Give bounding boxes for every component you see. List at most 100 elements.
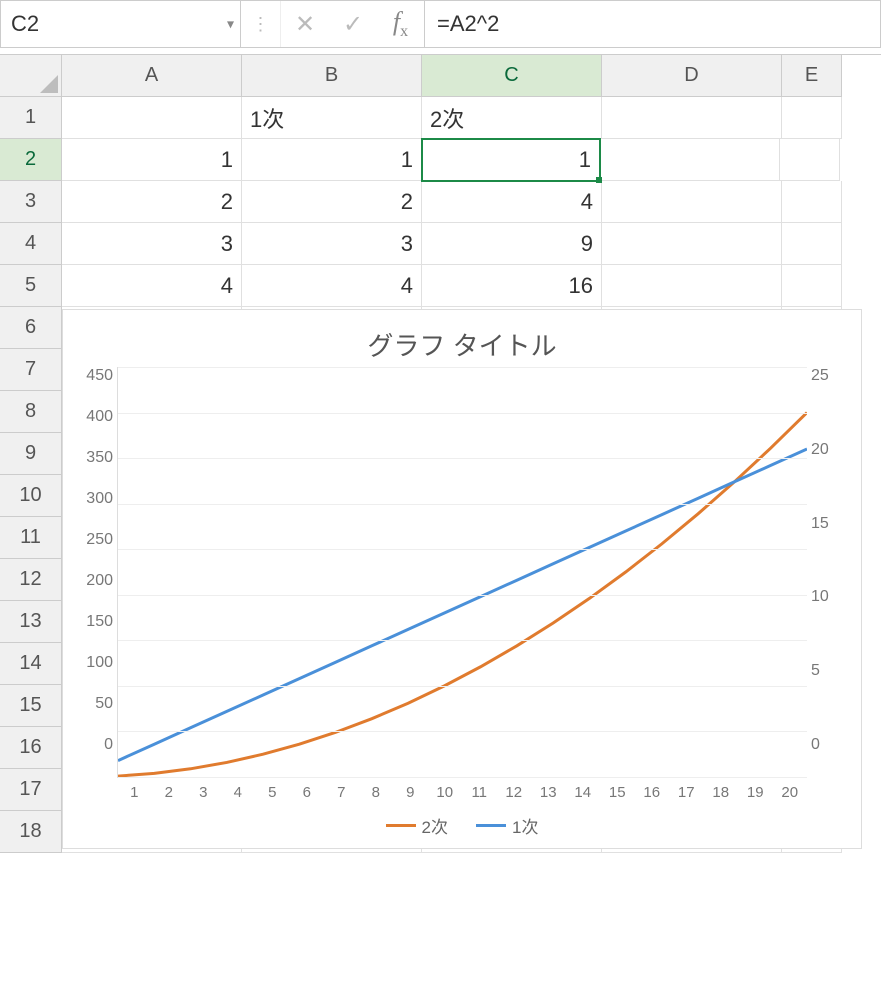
cell-D4[interactable] bbox=[602, 223, 782, 265]
column-header-row: ABCDE bbox=[0, 55, 881, 97]
gridline bbox=[118, 504, 807, 505]
yleft-tick: 100 bbox=[71, 654, 113, 672]
cancel-icon[interactable]: ✕ bbox=[281, 1, 329, 47]
gridline bbox=[118, 413, 807, 414]
x-tick: 11 bbox=[462, 784, 497, 801]
x-tick: 2 bbox=[152, 784, 187, 801]
confirm-icon[interactable]: ✓ bbox=[329, 1, 377, 47]
cell-E4[interactable] bbox=[782, 223, 842, 265]
row-head-1[interactable]: 1 bbox=[0, 97, 62, 139]
series-1次 bbox=[118, 449, 807, 761]
row-head-11[interactable]: 11 bbox=[0, 517, 62, 559]
name-box[interactable]: C2 ▾ bbox=[1, 1, 241, 47]
row-head-18[interactable]: 18 bbox=[0, 811, 62, 853]
y-axis-right: 25 20 15 10 5 0 bbox=[807, 367, 853, 778]
gridline bbox=[118, 595, 807, 596]
row-head-10[interactable]: 10 bbox=[0, 475, 62, 517]
legend-label-1: 1次 bbox=[512, 813, 538, 838]
cell-C3[interactable]: 4 bbox=[422, 181, 602, 223]
gridline bbox=[118, 731, 807, 732]
formula-text: =A2^2 bbox=[437, 11, 499, 37]
plot-area: 450400350300250200150100500 2520151050 bbox=[71, 367, 853, 778]
gridline bbox=[118, 777, 807, 778]
yleft-tick: 350 bbox=[71, 449, 113, 467]
cell-A3[interactable]: 2 bbox=[62, 181, 242, 223]
gridline bbox=[118, 549, 807, 550]
row-head-7[interactable]: 7 bbox=[0, 349, 62, 391]
cell-E2[interactable] bbox=[780, 139, 840, 181]
plot bbox=[117, 367, 807, 778]
legend-swatch-orange bbox=[386, 824, 416, 827]
yleft-tick: 400 bbox=[71, 408, 113, 426]
cell-A2[interactable]: 1 bbox=[62, 139, 242, 181]
cell-C4[interactable]: 9 bbox=[422, 223, 602, 265]
cell-D3[interactable] bbox=[602, 181, 782, 223]
cell-B1[interactable]: 1次 bbox=[242, 97, 422, 139]
cell-B5[interactable]: 4 bbox=[242, 265, 422, 307]
row-3: 3224 bbox=[0, 181, 881, 223]
cell-A4[interactable]: 3 bbox=[62, 223, 242, 265]
cell-D2[interactable] bbox=[600, 139, 780, 181]
cell-E5[interactable] bbox=[782, 265, 842, 307]
yright-tick: 5 bbox=[811, 662, 853, 680]
row-4: 4339 bbox=[0, 223, 881, 265]
yright-tick: 20 bbox=[811, 441, 853, 459]
row-head-15[interactable]: 15 bbox=[0, 685, 62, 727]
cell-A5[interactable]: 4 bbox=[62, 265, 242, 307]
x-tick: 3 bbox=[186, 784, 221, 801]
col-head-C[interactable]: C bbox=[422, 55, 602, 97]
row-head-3[interactable]: 3 bbox=[0, 181, 62, 223]
y-axis-left: 450400350300250200150100500 bbox=[71, 367, 117, 778]
x-tick: 7 bbox=[324, 784, 359, 801]
cell-B4[interactable]: 3 bbox=[242, 223, 422, 265]
yleft-tick: 50 bbox=[71, 695, 113, 713]
row-head-14[interactable]: 14 bbox=[0, 643, 62, 685]
cell-E1[interactable] bbox=[782, 97, 842, 139]
separator-dots: ⋮ bbox=[241, 1, 281, 47]
row-head-4[interactable]: 4 bbox=[0, 223, 62, 265]
row-head-16[interactable]: 16 bbox=[0, 727, 62, 769]
x-axis: 1234567891011121314151617181920 bbox=[71, 778, 807, 801]
yright-tick: 0 bbox=[811, 736, 853, 754]
row-head-5[interactable]: 5 bbox=[0, 265, 62, 307]
legend-item-1ji: 1次 bbox=[476, 813, 538, 838]
col-head-B[interactable]: B bbox=[242, 55, 422, 97]
row-head-17[interactable]: 17 bbox=[0, 769, 62, 811]
row-head-13[interactable]: 13 bbox=[0, 601, 62, 643]
cell-C2[interactable]: 1 bbox=[421, 138, 601, 182]
cell-D5[interactable] bbox=[602, 265, 782, 307]
formula-bar: C2 ▾ ⋮ ✕ ✓ fx =A2^2 bbox=[0, 0, 881, 48]
chart[interactable]: グラフ タイトル 450400350300250200150100500 252… bbox=[62, 309, 862, 849]
cell-E3[interactable] bbox=[782, 181, 842, 223]
x-tick: 5 bbox=[255, 784, 290, 801]
row-head-8[interactable]: 8 bbox=[0, 391, 62, 433]
row-head-6[interactable]: 6 bbox=[0, 307, 62, 349]
row-head-2[interactable]: 2 bbox=[0, 139, 62, 181]
cell-C5[interactable]: 16 bbox=[422, 265, 602, 307]
gridline bbox=[118, 640, 807, 641]
cell-C1[interactable]: 2次 bbox=[422, 97, 602, 139]
col-head-D[interactable]: D bbox=[602, 55, 782, 97]
formula-input[interactable]: =A2^2 bbox=[425, 1, 880, 47]
x-tick: 8 bbox=[359, 784, 394, 801]
row-head-12[interactable]: 12 bbox=[0, 559, 62, 601]
col-head-A[interactable]: A bbox=[62, 55, 242, 97]
cell-B3[interactable]: 2 bbox=[242, 181, 422, 223]
yright-tick: 15 bbox=[811, 515, 853, 533]
cell-B2[interactable]: 1 bbox=[242, 139, 422, 181]
select-all-corner[interactable] bbox=[0, 55, 62, 97]
yleft-tick: 0 bbox=[71, 736, 113, 754]
row-head-9[interactable]: 9 bbox=[0, 433, 62, 475]
yright-tick: 25 bbox=[811, 367, 853, 385]
legend-label-0: 2次 bbox=[422, 813, 448, 838]
fx-icon[interactable]: fx bbox=[377, 1, 425, 47]
cell-D1[interactable] bbox=[602, 97, 782, 139]
row-1: 1 1次2次 bbox=[0, 97, 881, 139]
cell-A1[interactable] bbox=[62, 97, 242, 139]
x-tick: 9 bbox=[393, 784, 428, 801]
col-head-E[interactable]: E bbox=[782, 55, 842, 97]
yright-tick: 10 bbox=[811, 588, 853, 606]
chart-title: グラフ タイトル bbox=[71, 326, 853, 363]
x-tick: 16 bbox=[635, 784, 670, 801]
dropdown-icon[interactable]: ▾ bbox=[227, 16, 234, 33]
